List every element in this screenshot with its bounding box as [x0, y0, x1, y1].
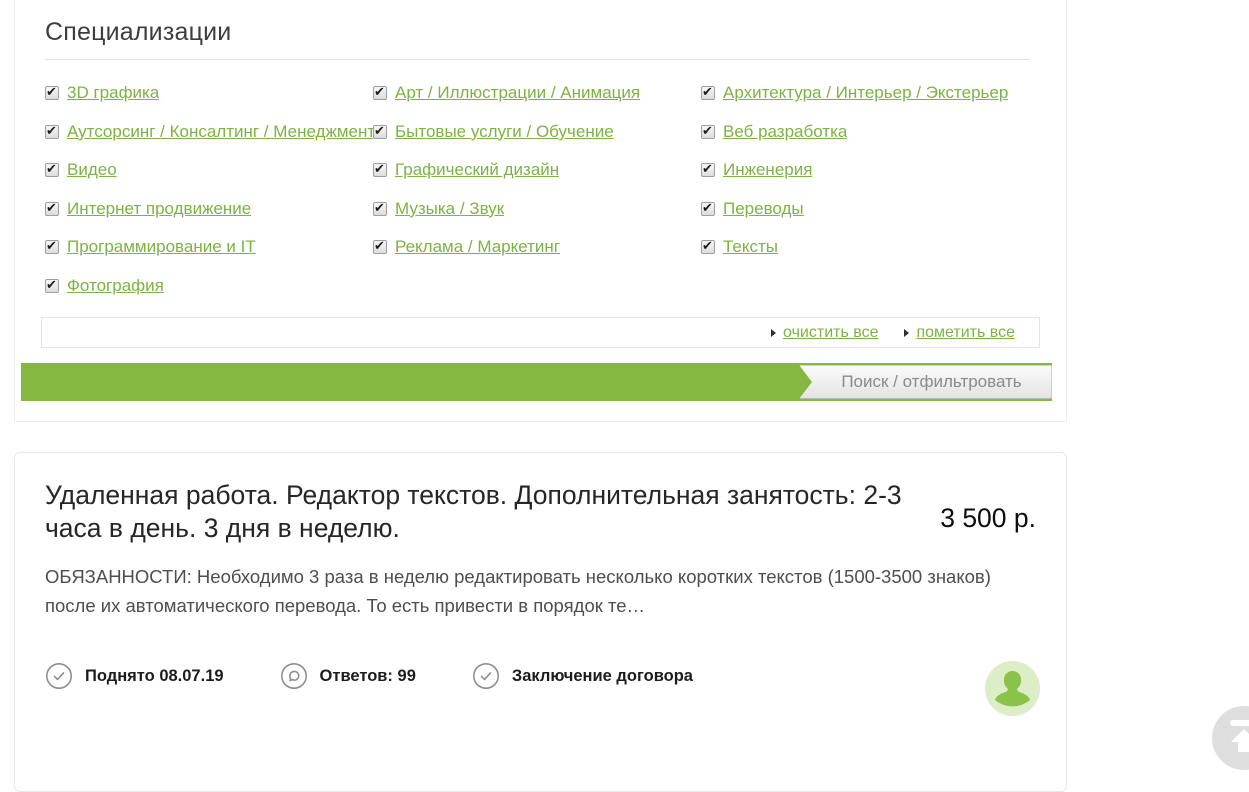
specialization-link[interactable]: Графический дизайн	[395, 160, 559, 180]
specialization-item[interactable]: Видео	[45, 151, 373, 190]
specialization-link[interactable]: Архитектура / Интерьер / Экстерьер	[723, 83, 1008, 103]
specialization-link[interactable]: Фотография	[67, 276, 164, 296]
specialization-checkbox[interactable]	[45, 125, 59, 139]
specialization-link[interactable]: Аутсорсинг / Консалтинг / Менеджмент	[67, 122, 373, 142]
specialization-checkbox[interactable]	[701, 240, 715, 254]
meta-item-contract: Заключение договора	[472, 662, 693, 690]
specialization-checkbox[interactable]	[373, 125, 387, 139]
specialization-checkbox[interactable]	[701, 86, 715, 100]
user-avatar[interactable]	[985, 661, 1040, 716]
specialization-item[interactable]: 3D графика	[45, 74, 373, 113]
scroll-to-top-button[interactable]	[1212, 706, 1249, 770]
specialization-link[interactable]: Тексты	[723, 237, 778, 257]
comments-icon	[280, 662, 308, 690]
specialization-checkbox[interactable]	[373, 240, 387, 254]
specialization-item[interactable]: Тексты	[701, 228, 1041, 267]
specialization-link[interactable]: Бытовые услуги / Обучение	[395, 122, 614, 142]
specialization-item[interactable]: Интернет продвижение	[45, 190, 373, 229]
specialization-checkbox[interactable]	[373, 86, 387, 100]
specialization-item[interactable]: Графический дизайн	[373, 151, 701, 190]
specialization-item[interactable]: Программирование и IT	[45, 228, 373, 267]
specialization-link[interactable]: Инженерия	[723, 160, 812, 180]
triangle-bullet-icon	[904, 329, 909, 337]
job-price: 3 500 р.	[940, 503, 1036, 545]
panel-title: Специализации	[45, 18, 1066, 47]
specialization-link[interactable]: Арт / Иллюстрации / Анимация	[395, 83, 640, 103]
specialization-item[interactable]: Музыка / Звук	[373, 190, 701, 229]
specialization-item[interactable]: Арт / Иллюстрации / Анимация	[373, 74, 701, 113]
job-card-header: Удаленная работа. Редактор текстов. Допо…	[45, 479, 1036, 545]
specializations-column-1: 3D графика Аутсорсинг / Консалтинг / Мен…	[45, 74, 373, 305]
meta-item-raised: Поднято 08.07.19	[45, 662, 224, 690]
specialization-checkbox[interactable]	[45, 202, 59, 216]
specializations-grid: 3D графика Аутсорсинг / Консалтинг / Мен…	[15, 68, 1066, 311]
job-title-link[interactable]: Удаленная работа. Редактор текстов. Допо…	[45, 479, 905, 545]
specialization-item[interactable]: Веб разработка	[701, 113, 1041, 152]
specialization-link[interactable]: Музыка / Звук	[395, 199, 504, 219]
meta-label: Заключение договора	[512, 667, 693, 686]
specialization-item[interactable]: Переводы	[701, 190, 1041, 229]
specialization-link[interactable]: Интернет продвижение	[67, 199, 251, 219]
triangle-bullet-icon	[771, 329, 776, 337]
specialization-link[interactable]: Видео	[67, 160, 117, 180]
specialization-checkbox[interactable]	[45, 163, 59, 177]
select-all-link[interactable]: пометить все	[916, 324, 1015, 342]
specialization-link[interactable]: Веб разработка	[723, 122, 847, 142]
specialization-item[interactable]: Фотография	[45, 267, 373, 306]
job-meta-row: Поднято 08.07.19 Ответов: 99 Заключение …	[45, 662, 1036, 690]
meta-label: Поднято 08.07.19	[85, 667, 224, 686]
check-circle-icon	[472, 662, 500, 690]
specialization-link[interactable]: Реклама / Маркетинг	[395, 237, 560, 257]
specializations-column-3: Архитектура / Интерьер / Экстерьер Веб р…	[701, 74, 1041, 305]
specializations-panel: Специализации 3D графика Аутсорсинг / Ко…	[14, 0, 1067, 422]
specialization-link[interactable]: Программирование и IT	[67, 237, 256, 257]
meta-item-answers: Ответов: 99	[280, 662, 416, 690]
job-description: ОБЯЗАННОСТИ: Необходимо 3 раза в неделю …	[45, 562, 1036, 620]
specialization-checkbox[interactable]	[701, 163, 715, 177]
panel-divider	[45, 59, 1030, 60]
specialization-checkbox[interactable]	[373, 202, 387, 216]
specialization-item[interactable]: Реклама / Маркетинг	[373, 228, 701, 267]
select-all-action[interactable]: пометить все	[904, 324, 1015, 342]
specialization-item[interactable]: Аутсорсинг / Консалтинг / Менеджмент	[45, 113, 373, 152]
specialization-item[interactable]: Архитектура / Интерьер / Экстерьер	[701, 74, 1041, 113]
specialization-checkbox[interactable]	[701, 125, 715, 139]
filter-submit-bar: Поиск / отфильтровать	[21, 363, 1052, 401]
specialization-checkbox[interactable]	[701, 202, 715, 216]
meta-label: Ответов: 99	[320, 667, 416, 686]
specialization-checkbox[interactable]	[45, 240, 59, 254]
specialization-link[interactable]: Переводы	[723, 199, 804, 219]
specialization-checkbox[interactable]	[45, 279, 59, 293]
specialization-link[interactable]: 3D графика	[67, 83, 159, 103]
specialization-item[interactable]: Бытовые услуги / Обучение	[373, 113, 701, 152]
clear-all-link[interactable]: очистить все	[783, 324, 878, 342]
search-filter-button[interactable]: Поиск / отфильтровать	[799, 365, 1052, 399]
list-actions-bar: очистить все пометить все	[41, 317, 1040, 348]
specializations-column-2: Арт / Иллюстрации / Анимация Бытовые усл…	[373, 74, 701, 305]
clear-all-action[interactable]: очистить все	[771, 324, 878, 342]
specialization-checkbox[interactable]	[373, 163, 387, 177]
check-circle-icon	[45, 662, 73, 690]
specialization-checkbox[interactable]	[45, 86, 59, 100]
specialization-item[interactable]: Инженерия	[701, 151, 1041, 190]
job-card: Удаленная работа. Редактор текстов. Допо…	[14, 452, 1067, 792]
